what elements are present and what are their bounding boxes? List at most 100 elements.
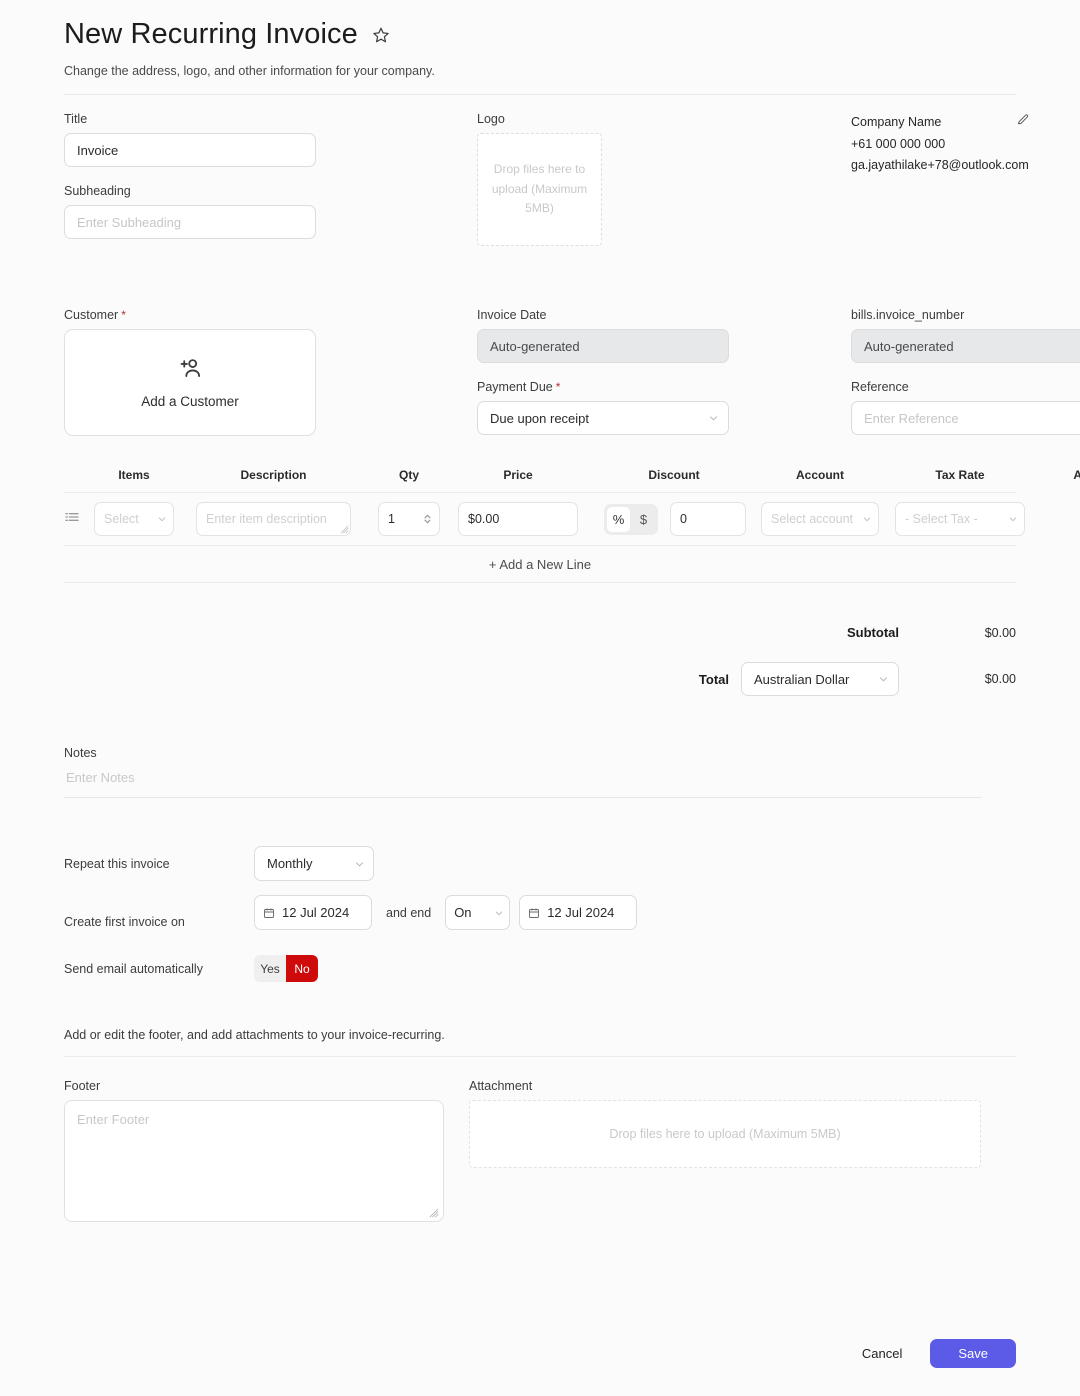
end-mode-select[interactable]	[445, 895, 510, 930]
quantity-stepper[interactable]	[422, 513, 433, 526]
start-date-field[interactable]	[254, 895, 372, 930]
subheading-field: Subheading	[64, 184, 316, 239]
invoice-number-column: bills.invoice_number Reference	[851, 308, 1080, 436]
subtotal-row: Subtotal $0.00	[64, 625, 1016, 640]
calendar-icon	[263, 907, 275, 919]
discount-mode-toggle[interactable]: % $	[604, 504, 658, 535]
company-info: Company Name +61 000 000 000 ga.jayathil…	[851, 112, 1029, 246]
first-invoice-label: Create first invoice on	[64, 897, 254, 929]
customer-column: Customer* Add a Customer	[64, 308, 316, 436]
payment-due-select[interactable]	[477, 401, 729, 435]
company-phone: +61 000 000 000	[851, 134, 1029, 156]
invoice-number-input	[851, 329, 1080, 363]
pencil-icon[interactable]	[1012, 108, 1034, 130]
account-select[interactable]	[761, 502, 879, 536]
line-items-header: Items Description Qty Price Discount Acc…	[64, 458, 1016, 492]
total-label: Total	[699, 672, 729, 687]
send-email-toggle[interactable]: Yes No	[254, 955, 318, 982]
save-button[interactable]: Save	[930, 1339, 1016, 1368]
discount-mode-amount[interactable]: $	[632, 507, 655, 532]
resize-handle-icon[interactable]	[340, 525, 349, 534]
first-invoice-row: Create first invoice on and end	[64, 895, 1016, 930]
add-line-row: + Add a New Line	[64, 545, 1016, 583]
toggle-option-yes[interactable]: Yes	[254, 955, 286, 982]
invoice-number-field: bills.invoice_number	[851, 308, 1080, 363]
title-field: Title	[64, 112, 316, 167]
subheading-input[interactable]	[64, 205, 316, 239]
chevron-down-icon	[157, 514, 167, 524]
tax-rate-input[interactable]	[895, 502, 1025, 536]
resize-handle-icon[interactable]	[429, 1208, 439, 1218]
subheading-label: Subheading	[64, 184, 316, 198]
invoice-date-column: Invoice Date Payment Due*	[477, 308, 729, 436]
header-divider	[64, 94, 1016, 95]
footer-attachment-section: Add or edit the footer, and add attachme…	[64, 1028, 1016, 1227]
table-row: % $ $0.00	[64, 492, 1016, 545]
price-cell	[458, 502, 578, 536]
star-outline-icon[interactable]	[372, 26, 390, 44]
logo-label: Logo	[477, 112, 690, 126]
cancel-button[interactable]: Cancel	[860, 1340, 904, 1367]
chevron-down-icon	[1008, 514, 1018, 524]
column-header-items: Items	[94, 468, 174, 482]
attachment-dropzone[interactable]: Drop files here to upload (Maximum 5MB)	[469, 1100, 981, 1168]
invoice-date-label: Invoice Date	[477, 308, 729, 322]
reference-input[interactable]	[851, 401, 1080, 435]
chevron-down-icon	[878, 674, 889, 685]
company-name: Company Name	[851, 112, 1029, 134]
calendar-icon	[528, 907, 540, 919]
tax-rate-select[interactable]	[895, 502, 1025, 536]
column-header-account: Account	[761, 468, 879, 482]
page-title: New Recurring Invoice	[64, 18, 358, 51]
drag-handle-icon[interactable]	[64, 509, 80, 525]
reference-field: Reference	[851, 380, 1080, 435]
toggle-option-no[interactable]: No	[286, 955, 318, 982]
qty-cell	[378, 502, 440, 536]
payment-due-value[interactable]	[477, 401, 729, 435]
subtotal-label: Subtotal	[847, 625, 899, 640]
title-input[interactable]	[64, 133, 316, 167]
discount-mode-percent[interactable]: %	[607, 507, 630, 532]
currency-select-input[interactable]	[741, 662, 899, 696]
send-email-label: Send email automatically	[64, 962, 254, 976]
end-date-field[interactable]	[519, 895, 637, 930]
item-select[interactable]	[94, 502, 174, 536]
form-actions: Cancel Save	[860, 1339, 1016, 1368]
amount-cell: $0.00	[1050, 512, 1080, 527]
page-subtitle: Change the address, logo, and other info…	[64, 64, 1016, 78]
column-header-tax-rate: Tax Rate	[895, 468, 1025, 482]
footer-column: Footer	[64, 1079, 444, 1227]
logo-dropzone[interactable]: Drop files here to upload (Maximum 5MB)	[477, 133, 602, 246]
customer-label: Customer*	[64, 308, 316, 322]
total-row: Total $0.00	[64, 662, 1016, 696]
repeat-row: Repeat this invoice	[64, 846, 1016, 881]
notes-input[interactable]	[64, 762, 981, 798]
payment-due-label: Payment Due*	[477, 380, 729, 394]
notes-section: Notes	[64, 746, 1016, 798]
title-column: Title Subheading	[64, 112, 316, 246]
footer-textarea[interactable]	[64, 1100, 444, 1222]
add-new-line-button[interactable]: + Add a New Line	[489, 557, 591, 572]
reference-label: Reference	[851, 380, 1080, 394]
column-header-discount: Discount	[604, 468, 744, 482]
price-input[interactable]	[458, 502, 578, 536]
add-person-icon	[177, 356, 203, 387]
totals-section: Subtotal $0.00 Total $0.00	[64, 625, 1016, 696]
repeat-frequency-select[interactable]	[254, 846, 374, 881]
description-input[interactable]	[196, 502, 351, 536]
discount-cell: % $	[604, 502, 744, 536]
invoice-number-label: bills.invoice_number	[851, 308, 1080, 322]
currency-select[interactable]	[741, 662, 899, 696]
column-header-amount: Amount	[1050, 468, 1080, 482]
description-cell	[196, 502, 351, 536]
column-header-qty: Qty	[378, 468, 440, 482]
attachment-label: Attachment	[469, 1079, 981, 1093]
column-header-price: Price	[458, 468, 578, 482]
title-label: Title	[64, 112, 316, 126]
discount-input[interactable]	[670, 502, 746, 536]
chevron-down-icon	[494, 908, 504, 918]
details-section: Customer* Add a Customer Invoice Date	[64, 308, 1016, 436]
top-section: Title Subheading Logo Drop files here to…	[64, 112, 1016, 246]
chevron-down-icon	[354, 858, 365, 869]
add-customer-button[interactable]: Add a Customer	[64, 329, 316, 436]
